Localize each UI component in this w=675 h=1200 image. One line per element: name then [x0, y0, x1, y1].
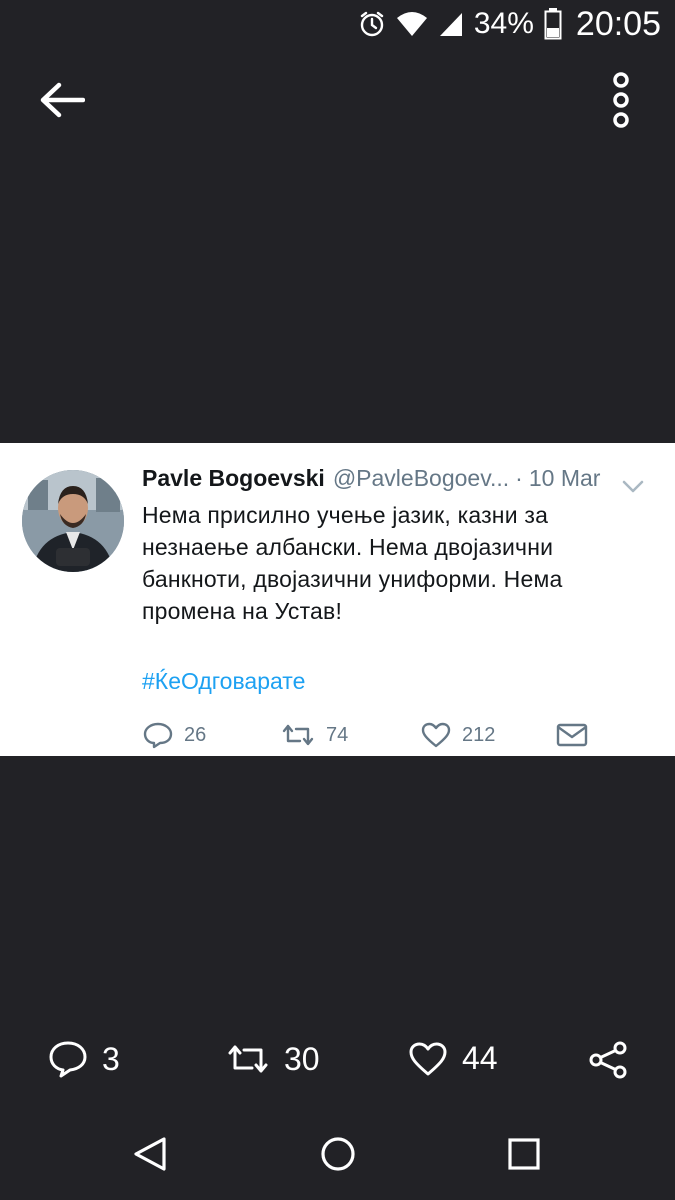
author-name[interactable]: Pavle Bogoevski	[142, 465, 325, 492]
clock: 20:05	[575, 4, 661, 43]
tweet-text-line: незнаење албански. Нема двојазични	[142, 534, 554, 560]
overflow-menu-button[interactable]	[603, 70, 639, 130]
share-button[interactable]	[586, 1040, 630, 1080]
comment-button[interactable]: 3	[48, 1040, 120, 1078]
tweet-options-button[interactable]	[619, 477, 647, 497]
post-actions-bar: 3 30 44	[0, 1040, 675, 1096]
like-count: 212	[462, 723, 496, 746]
system-nav-bar	[0, 1120, 675, 1190]
tweet-card[interactable]: Pavle Bogoevski @PavleBogoev... · 10 Mar…	[0, 443, 675, 756]
message-button[interactable]	[556, 721, 588, 749]
nav-recents-button[interactable]	[500, 1130, 548, 1178]
home-circle-icon	[321, 1137, 355, 1171]
nav-home-button[interactable]	[314, 1130, 362, 1178]
alarm-icon	[358, 10, 386, 38]
envelope-icon	[556, 723, 588, 747]
avatar[interactable]	[22, 470, 124, 572]
repost-button[interactable]: 30	[226, 1040, 320, 1078]
tweet-text-line: Нема присилно учење јазик, казни за	[142, 502, 549, 528]
chevron-down-icon	[622, 480, 644, 493]
author-handle[interactable]: @PavleBogoev...	[333, 465, 509, 492]
battery-icon	[544, 8, 562, 40]
battery-percent: 34%	[473, 7, 534, 40]
share-icon	[589, 1041, 627, 1079]
reply-icon	[143, 722, 173, 749]
signal-icon	[438, 10, 464, 38]
tweet-date[interactable]: 10 Mar	[529, 465, 601, 492]
retweet-icon	[282, 724, 314, 746]
arrow-left-icon	[40, 82, 85, 118]
comment-count: 3	[102, 1040, 120, 1077]
separator: ·	[515, 465, 523, 491]
status-bar: 34% 20:05	[0, 0, 675, 48]
like-post-button[interactable]: 44	[408, 1040, 498, 1077]
tweet-actions: 26 74 212	[142, 721, 602, 753]
post-like-count: 44	[462, 1040, 498, 1076]
like-button[interactable]: 212	[420, 721, 495, 749]
vertical-dots-icon	[613, 72, 629, 128]
reply-count: 26	[184, 723, 207, 746]
recents-square-icon	[508, 1138, 540, 1170]
repost-icon	[228, 1045, 268, 1073]
reply-button[interactable]: 26	[142, 721, 206, 749]
hashtag-link[interactable]: #ЌеОдговарате	[142, 668, 305, 695]
back-triangle-icon	[134, 1137, 166, 1171]
repost-count: 30	[284, 1040, 320, 1077]
retweet-button[interactable]: 74	[280, 721, 348, 749]
comment-icon	[49, 1041, 87, 1078]
heart-outline-icon	[409, 1042, 447, 1075]
retweet-count: 74	[326, 723, 349, 746]
tweet-text-line: промена на Устав!	[142, 598, 343, 624]
heart-icon	[421, 722, 451, 748]
tweet-header: Pavle Bogoevski @PavleBogoev... · 10 Mar	[142, 465, 622, 492]
nav-back-button[interactable]	[126, 1130, 174, 1178]
back-button[interactable]	[34, 76, 90, 124]
wifi-icon	[396, 10, 428, 38]
top-bar	[0, 60, 675, 140]
tweet-text: Нема присилно учење јазик, казни за незн…	[142, 499, 622, 627]
tweet-text-line: банкноти, двојазични униформи. Нема	[142, 566, 563, 592]
